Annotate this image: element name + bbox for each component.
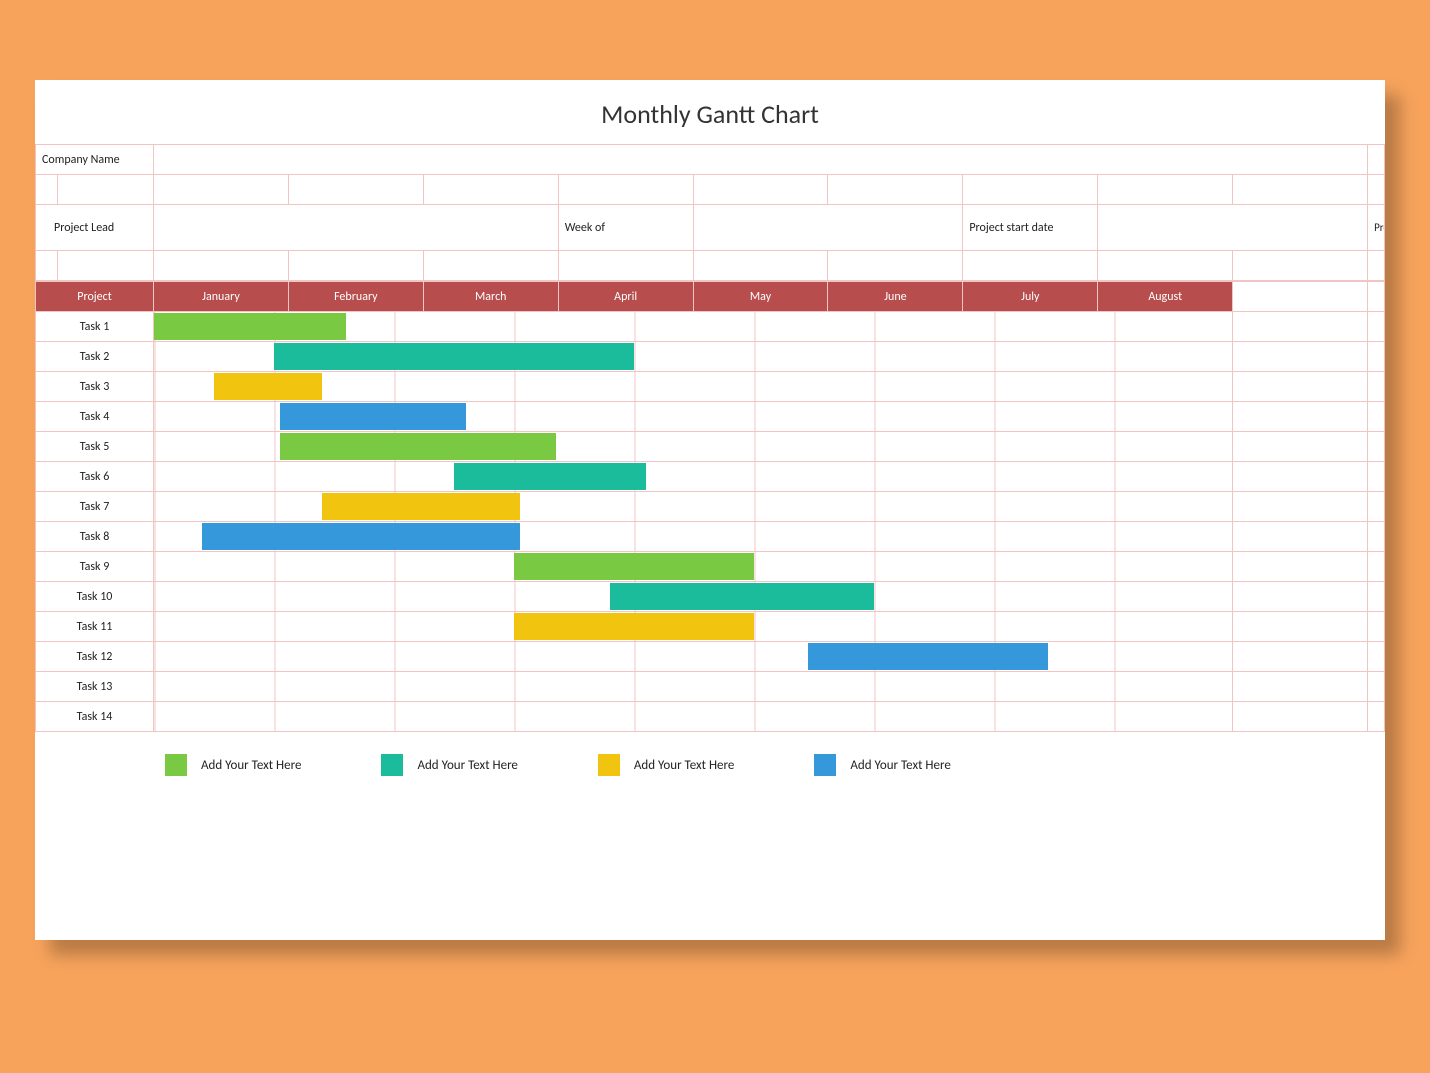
- header-table: Company Name Project Lead Week of Projec…: [35, 144, 1385, 281]
- gantt-bar-area[interactable]: [154, 642, 1233, 672]
- task-name-cell[interactable]: Task 6: [36, 462, 154, 492]
- gantt-bar[interactable]: [610, 583, 874, 610]
- task-name-cell[interactable]: Task 12: [36, 642, 154, 672]
- page-title: Monthly Gantt Chart: [35, 80, 1385, 144]
- task-row: Task 10: [36, 582, 1385, 612]
- legend-item: Add Your Text Here: [814, 754, 950, 776]
- month-header: February: [288, 282, 423, 312]
- legend-item: Add Your Text Here: [165, 754, 301, 776]
- legend-swatch-icon: [381, 754, 403, 776]
- gantt-bar-area[interactable]: [154, 702, 1233, 732]
- month-header: May: [693, 282, 828, 312]
- gantt-bar-area[interactable]: [154, 672, 1233, 702]
- gantt-bar-area[interactable]: [154, 522, 1233, 552]
- task-row: Task 7: [36, 492, 1385, 522]
- task-row: Task 1: [36, 312, 1385, 342]
- task-name-cell[interactable]: Task 5: [36, 432, 154, 462]
- task-row: Task 4: [36, 402, 1385, 432]
- week-of-cell[interactable]: [693, 205, 963, 251]
- month-header: March: [423, 282, 558, 312]
- month-header: July: [963, 282, 1098, 312]
- gantt-bar[interactable]: [274, 343, 634, 370]
- legend-label: Add Your Text Here: [201, 758, 301, 773]
- task-row: Task 11: [36, 612, 1385, 642]
- start-date-cell[interactable]: [1098, 205, 1368, 251]
- month-header: August: [1098, 282, 1233, 312]
- gantt-bar-area[interactable]: [154, 432, 1233, 462]
- gantt-bar[interactable]: [514, 553, 754, 580]
- task-row: Task 5: [36, 432, 1385, 462]
- gantt-bar-area[interactable]: [154, 582, 1233, 612]
- gantt-bar-area[interactable]: [154, 402, 1233, 432]
- gantt-bar[interactable]: [280, 403, 466, 430]
- start-date-label: Project start date: [963, 205, 1098, 251]
- task-name-cell[interactable]: Task 1: [36, 312, 154, 342]
- task-name-cell[interactable]: Task 2: [36, 342, 154, 372]
- legend-label: Add Your Text Here: [417, 758, 517, 773]
- gantt-bar[interactable]: [322, 493, 520, 520]
- end-date-label: Project end date: [1368, 205, 1385, 251]
- gantt-table: Project January February March April May…: [35, 281, 1385, 732]
- legend-swatch-icon: [814, 754, 836, 776]
- gantt-bar-area[interactable]: [154, 492, 1233, 522]
- task-row: Task 9: [36, 552, 1385, 582]
- spreadsheet-sheet: Monthly Gantt Chart Company Name Project…: [35, 80, 1385, 940]
- month-header: January: [154, 282, 289, 312]
- month-header: April: [558, 282, 693, 312]
- task-row: Task 12: [36, 642, 1385, 672]
- task-name-cell[interactable]: Task 13: [36, 672, 154, 702]
- project-column-header: Project: [36, 282, 154, 312]
- gantt-bar-area[interactable]: [154, 312, 1233, 342]
- task-row: Task 13: [36, 672, 1385, 702]
- legend-label: Add Your Text Here: [850, 758, 950, 773]
- task-row: Task 6: [36, 462, 1385, 492]
- task-name-cell[interactable]: Task 10: [36, 582, 154, 612]
- months-header-row: Project January February March April May…: [36, 282, 1385, 312]
- gantt-bar[interactable]: [808, 643, 1048, 670]
- legend: Add Your Text Here Add Your Text Here Ad…: [35, 732, 1385, 776]
- legend-item: Add Your Text Here: [598, 754, 734, 776]
- project-lead-label: Project Lead: [36, 205, 154, 251]
- gantt-bar[interactable]: [214, 373, 322, 400]
- task-row: Task 2: [36, 342, 1385, 372]
- gantt-bar-area[interactable]: [154, 342, 1233, 372]
- gantt-bar[interactable]: [514, 613, 754, 640]
- gantt-bar[interactable]: [202, 523, 520, 550]
- task-row: Task 8: [36, 522, 1385, 552]
- legend-item: Add Your Text Here: [381, 754, 517, 776]
- gantt-bar-area[interactable]: [154, 612, 1233, 642]
- company-name-label: Company Name: [36, 145, 154, 175]
- task-name-cell[interactable]: Task 4: [36, 402, 154, 432]
- task-name-cell[interactable]: Task 11: [36, 612, 154, 642]
- gantt-bar[interactable]: [454, 463, 646, 490]
- week-of-label: Week of: [558, 205, 693, 251]
- task-name-cell[interactable]: Task 8: [36, 522, 154, 552]
- project-lead-cell[interactable]: [154, 205, 559, 251]
- gantt-bar[interactable]: [154, 313, 346, 340]
- legend-swatch-icon: [165, 754, 187, 776]
- task-name-cell[interactable]: Task 14: [36, 702, 154, 732]
- gantt-bar-area[interactable]: [154, 552, 1233, 582]
- gantt-bar[interactable]: [280, 433, 556, 460]
- gantt-bar-area[interactable]: [154, 462, 1233, 492]
- task-row: Task 14: [36, 702, 1385, 732]
- task-name-cell[interactable]: Task 3: [36, 372, 154, 402]
- legend-swatch-icon: [598, 754, 620, 776]
- company-name-cell[interactable]: [154, 145, 1368, 175]
- legend-label: Add Your Text Here: [634, 758, 734, 773]
- task-row: Task 3: [36, 372, 1385, 402]
- task-name-cell[interactable]: Task 7: [36, 492, 154, 522]
- month-header: June: [828, 282, 963, 312]
- task-name-cell[interactable]: Task 9: [36, 552, 154, 582]
- gantt-bar-area[interactable]: [154, 372, 1233, 402]
